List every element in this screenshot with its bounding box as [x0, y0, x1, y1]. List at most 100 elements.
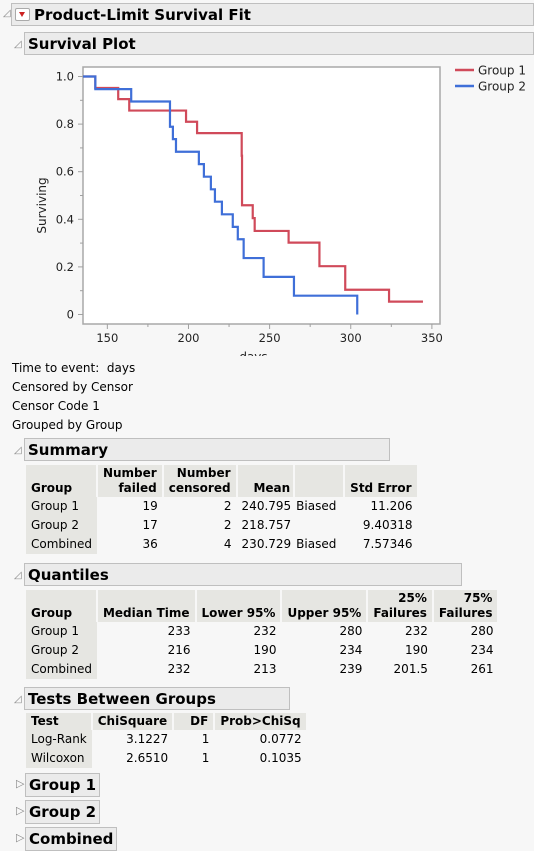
table-row: Group 2 17 2 218.757 9.40318	[26, 516, 418, 535]
cell: 240.795	[241, 499, 292, 513]
disclosure-closed-icon[interactable]: ▷	[16, 832, 24, 843]
disclosure-closed-icon[interactable]: ▷	[16, 778, 24, 789]
cell: 17	[142, 518, 158, 532]
col-header: 75% Failures	[432, 590, 500, 622]
cell: 19	[142, 499, 158, 513]
cell: 216	[167, 643, 191, 657]
survival-plot: 0 0.2 0.4 0.6 0.8 1.0 150 200 250 300 350 days Survi…	[35, 64, 526, 357]
combined-section-header[interactable]: Combined	[25, 827, 117, 851]
time-to-event-value: days	[106, 361, 136, 375]
col-header: Group	[26, 465, 98, 497]
disclosure-closed-icon[interactable]: ▷	[16, 805, 24, 816]
time-to-event-line: Time to event: days	[12, 359, 135, 378]
survival-plot-title: Survival Plot	[28, 35, 136, 53]
tests-header[interactable]: Tests Between Groups	[24, 687, 290, 710]
y-axis-label: Surviving	[35, 177, 49, 233]
cell: 1	[201, 732, 210, 746]
col-header: 25% Failures	[367, 590, 434, 622]
red-triangle-menu-icon[interactable]	[15, 8, 30, 21]
grouped-by-line: Grouped by Group	[12, 416, 122, 435]
table-row: Group 1 19 2 240.795 Biased 11.206	[26, 497, 418, 516]
x-tick-label: 150	[96, 331, 118, 345]
cell: 280	[470, 624, 494, 638]
col-header: Number failed	[96, 465, 164, 497]
col-header: Mean	[236, 465, 296, 497]
disclosure-open-icon[interactable]: ◿	[14, 695, 22, 705]
combined-section-title: Combined	[29, 830, 114, 848]
cell: 218.757	[241, 518, 292, 532]
quantiles-table: Group Median Time Lower 95% Upper 95% 25…	[26, 590, 500, 679]
quantiles-header[interactable]: Quantiles	[24, 563, 462, 586]
col-header: Upper 95%	[281, 590, 369, 622]
summary-header[interactable]: Summary	[24, 438, 390, 461]
col-header: Std Error	[344, 465, 419, 497]
censored-by-label: Censored by	[12, 380, 88, 394]
legend-label[interactable]: Group 2	[478, 80, 526, 94]
survival-plot-header[interactable]: Survival Plot	[24, 32, 534, 55]
disclosure-open-icon[interactable]: ◿	[14, 40, 22, 50]
group2-section-header[interactable]: Group 2	[25, 800, 100, 824]
group1-section-header[interactable]: Group 1	[25, 773, 100, 797]
cell: 2.6510	[126, 751, 169, 765]
x-tick-label: 250	[259, 331, 281, 345]
x-tick-label: 350	[421, 331, 443, 345]
cell: 0.1035	[259, 751, 302, 765]
disclosure-open-icon[interactable]: ◿	[14, 571, 22, 581]
tests-title: Tests Between Groups	[28, 690, 216, 708]
group1-section-title: Group 1	[29, 776, 97, 794]
col-header: Median Time	[96, 590, 197, 622]
cell: 2	[223, 499, 232, 513]
time-to-event-label: Time to event:	[12, 361, 100, 375]
censor-code-label: Censor Code	[12, 399, 89, 413]
disclosure-open-icon[interactable]: ◿	[14, 446, 22, 456]
y-tick-label: 0	[67, 307, 74, 321]
legend-label[interactable]: Group 1	[478, 64, 526, 78]
x-tick-label: 200	[178, 331, 200, 345]
cell: 9.40318	[362, 518, 413, 532]
group-cell: Group 2	[26, 516, 97, 535]
cell: 232	[167, 662, 191, 676]
table-row: Log-Rank 3.1227 1 0.0772	[26, 730, 307, 749]
test-name-cell: Log-Rank	[26, 730, 92, 749]
table-row: Group 1 233 232 280 232 280	[26, 622, 498, 641]
group-cell: Combined	[26, 660, 97, 679]
x-axis-label: days	[239, 350, 267, 356]
group-cell: Group 1	[26, 497, 97, 516]
cell: 261	[470, 662, 494, 676]
cell: 4	[223, 537, 232, 551]
cell: 0.0772	[259, 732, 302, 746]
col-header: Lower 95%	[195, 590, 283, 622]
cell: 11.206	[370, 499, 413, 513]
x-tick-label: 300	[340, 331, 362, 345]
censor-code-value: 1	[92, 399, 100, 413]
censored-by-value: Censor	[91, 380, 133, 394]
cell: 190	[253, 643, 277, 657]
group-cell: Group 1	[26, 622, 97, 641]
censored-by-line: Censored by Censor	[12, 378, 133, 397]
table-row: Group 2 216 190 234 190 234	[26, 641, 498, 660]
cell: 239	[339, 662, 363, 676]
disclosure-open-icon[interactable]: ◿	[3, 9, 11, 19]
cell: 280	[339, 624, 363, 638]
cell: 234	[470, 643, 494, 657]
table-row: Wilcoxon 2.6510 1 0.1035	[26, 749, 307, 768]
cell: 190	[405, 643, 428, 657]
table-row: Combined 232 213 239 201.5 261	[26, 660, 498, 679]
col-header: Group	[26, 590, 98, 622]
cell: 213	[253, 662, 277, 676]
cell: 2	[223, 518, 232, 532]
tests-table: Test ChiSquare DF Prob>ChiSq Log-Rank 3.…	[26, 713, 308, 768]
grouped-by-value: Group	[85, 418, 123, 432]
cell: 230.729	[241, 537, 292, 551]
col-header	[294, 465, 346, 497]
group-cell: Combined	[26, 535, 97, 554]
cell: 7.57346	[362, 537, 413, 551]
col-header: Prob>ChiSq	[214, 713, 308, 730]
quantiles-title: Quantiles	[28, 566, 109, 584]
y-tick-label: 0.8	[56, 117, 74, 131]
y-tick-label: 0.2	[56, 260, 74, 274]
cell: 234	[339, 643, 363, 657]
plot-frame	[82, 66, 441, 325]
test-name-cell: Wilcoxon	[26, 749, 92, 768]
report-header: Product-Limit Survival Fit	[11, 3, 534, 26]
